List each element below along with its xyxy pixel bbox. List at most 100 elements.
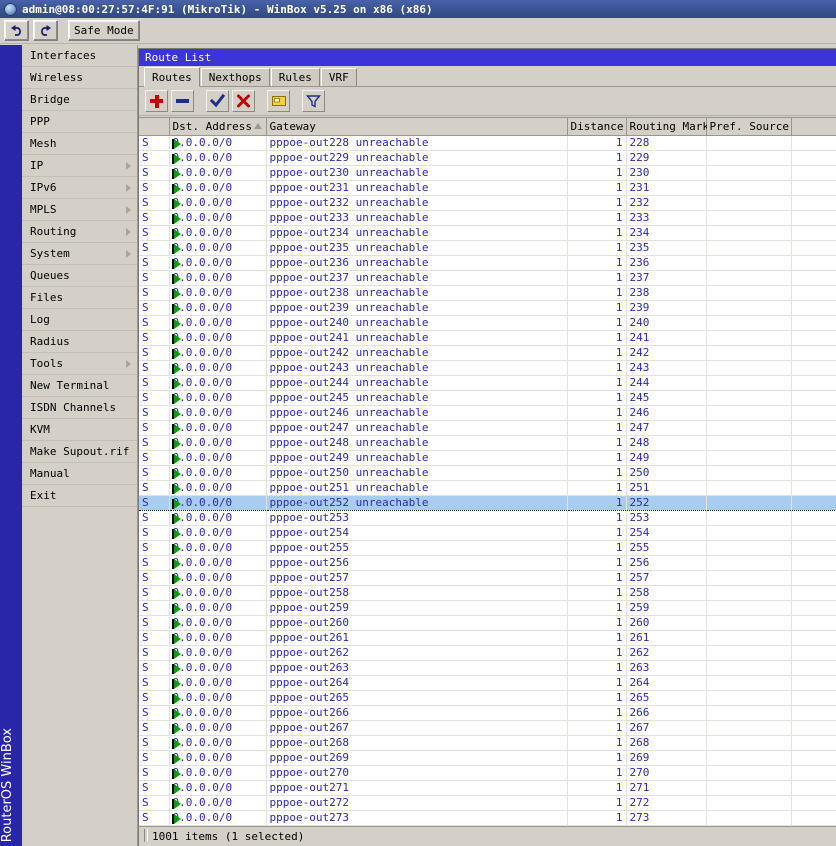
table-row[interactable]: S 0.0.0.0/0 pppoe-out268 1 268 bbox=[139, 735, 836, 751]
table-row[interactable]: S 0.0.0.0/0 pppoe-out258 1 258 bbox=[139, 585, 836, 601]
tab-rules[interactable]: Rules bbox=[270, 68, 320, 86]
sidebar-item-ppp[interactable]: PPP bbox=[22, 111, 137, 133]
table-row[interactable]: S 0.0.0.0/0 pppoe-out241 unreachable 1 241 bbox=[139, 330, 836, 346]
col-header-flag[interactable] bbox=[139, 118, 170, 136]
tab-nexthops[interactable]: Nexthops bbox=[200, 68, 270, 86]
routes-table-container[interactable]: Dst. Address Gateway Distance Routing Ma… bbox=[139, 117, 836, 827]
table-row[interactable]: S 0.0.0.0/0 pppoe-out246 unreachable 1 246 bbox=[139, 405, 836, 421]
table-row[interactable]: S 0.0.0.0/0 pppoe-out238 unreachable 1 238 bbox=[139, 285, 836, 301]
remove-route-button[interactable] bbox=[171, 90, 194, 112]
redo-button[interactable] bbox=[33, 20, 58, 41]
table-row[interactable]: S 0.0.0.0/0 pppoe-out249 unreachable 1 249 bbox=[139, 450, 836, 466]
table-row[interactable]: S 0.0.0.0/0 pppoe-out239 unreachable 1 239 bbox=[139, 300, 836, 316]
table-row[interactable]: S 0.0.0.0/0 pppoe-out236 unreachable 1 236 bbox=[139, 255, 836, 271]
table-row[interactable]: S 0.0.0.0/0 pppoe-out244 unreachable 1 244 bbox=[139, 375, 836, 391]
sidebar-item-ipv6[interactable]: IPv6 bbox=[22, 177, 137, 199]
table-row[interactable]: S 0.0.0.0/0 pppoe-out259 1 259 bbox=[139, 600, 836, 616]
sidebar-item-mesh[interactable]: Mesh bbox=[22, 133, 137, 155]
table-row[interactable]: S 0.0.0.0/0 pppoe-out261 1 261 bbox=[139, 630, 836, 646]
tab-routes[interactable]: Routes bbox=[144, 67, 200, 87]
table-row[interactable]: S 0.0.0.0/0 pppoe-out245 unreachable 1 245 bbox=[139, 390, 836, 406]
sidebar-item-routing[interactable]: Routing bbox=[22, 221, 137, 243]
sidebar-item-wireless[interactable]: Wireless bbox=[22, 67, 137, 89]
cell-routing-mark: 260 bbox=[626, 615, 707, 631]
tab-vrf[interactable]: VRF bbox=[320, 68, 357, 86]
sidebar-item-manual[interactable]: Manual bbox=[22, 463, 137, 485]
cell-routing-mark: 256 bbox=[626, 555, 707, 571]
table-row[interactable]: S 0.0.0.0/0 pppoe-out233 unreachable 1 233 bbox=[139, 210, 836, 226]
sidebar-item-log[interactable]: Log bbox=[22, 309, 137, 331]
table-row[interactable]: S 0.0.0.0/0 pppoe-out240 unreachable 1 240 bbox=[139, 315, 836, 331]
cell-gateway-text: pppoe-out263 bbox=[269, 661, 349, 674]
sidebar-item-ip[interactable]: IP bbox=[22, 155, 137, 177]
sidebar-item-mpls[interactable]: MPLS bbox=[22, 199, 137, 221]
table-row[interactable]: S 0.0.0.0/0 pppoe-out253 1 253 bbox=[139, 510, 836, 526]
comment-button[interactable] bbox=[267, 90, 290, 112]
table-row[interactable]: S 0.0.0.0/0 pppoe-out243 unreachable 1 243 bbox=[139, 360, 836, 376]
table-row[interactable]: S 0.0.0.0/0 pppoe-out272 1 272 bbox=[139, 795, 836, 811]
disable-route-button[interactable] bbox=[232, 90, 255, 112]
table-row[interactable]: S 0.0.0.0/0 pppoe-out270 1 270 bbox=[139, 765, 836, 781]
col-header-gateway[interactable]: Gateway bbox=[266, 118, 568, 136]
sidebar-item-new-terminal[interactable]: New Terminal bbox=[22, 375, 137, 397]
table-row[interactable]: S 0.0.0.0/0 pppoe-out248 unreachable 1 248 bbox=[139, 435, 836, 451]
table-row[interactable]: S 0.0.0.0/0 pppoe-out228 unreachable 1 228 bbox=[139, 135, 836, 151]
table-row[interactable]: S 0.0.0.0/0 pppoe-out247 unreachable 1 247 bbox=[139, 420, 836, 436]
cell-spacer bbox=[791, 660, 836, 676]
table-row[interactable]: S 0.0.0.0/0 pppoe-out267 1 267 bbox=[139, 720, 836, 736]
sidebar-item-tools[interactable]: Tools bbox=[22, 353, 137, 375]
col-header-pref-source[interactable]: Pref. Source bbox=[706, 118, 792, 136]
col-header-routing-mark[interactable]: Routing Mark bbox=[626, 118, 709, 136]
table-row[interactable]: S 0.0.0.0/0 pppoe-out256 1 256 bbox=[139, 555, 836, 571]
cell-flag-text: S bbox=[142, 466, 149, 479]
sidebar-item-queues[interactable]: Queues bbox=[22, 265, 137, 287]
table-row[interactable]: S 0.0.0.0/0 pppoe-out260 1 260 bbox=[139, 615, 836, 631]
table-row[interactable]: S 0.0.0.0/0 pppoe-out251 unreachable 1 251 bbox=[139, 480, 836, 496]
table-row[interactable]: S 0.0.0.0/0 pppoe-out252 unreachable 1 252 bbox=[139, 494, 836, 511]
table-row[interactable]: S 0.0.0.0/0 pppoe-out264 1 264 bbox=[139, 675, 836, 691]
sidebar-item-radius[interactable]: Radius bbox=[22, 331, 137, 353]
col-header-spacer bbox=[791, 118, 836, 136]
filter-button[interactable] bbox=[302, 90, 325, 112]
add-route-button[interactable] bbox=[145, 90, 168, 112]
sidebar-item-make-supout-rif[interactable]: Make Supout.rif bbox=[22, 441, 137, 463]
sidebar-item-label: Manual bbox=[30, 467, 70, 480]
undo-button[interactable] bbox=[4, 20, 29, 41]
col-header-dst-address[interactable]: Dst. Address bbox=[169, 118, 267, 136]
cell-dst-address-text: 0.0.0.0/0 bbox=[172, 226, 233, 239]
table-row[interactable]: S 0.0.0.0/0 pppoe-out234 unreachable 1 234 bbox=[139, 225, 836, 241]
sidebar-item-bridge[interactable]: Bridge bbox=[22, 89, 137, 111]
table-row[interactable]: S 0.0.0.0/0 pppoe-out229 unreachable 1 229 bbox=[139, 150, 836, 166]
table-row[interactable]: S 0.0.0.0/0 pppoe-out237 unreachable 1 237 bbox=[139, 270, 836, 286]
table-row[interactable]: S 0.0.0.0/0 pppoe-out269 1 269 bbox=[139, 750, 836, 766]
sidebar-item-interfaces[interactable]: Interfaces bbox=[22, 45, 137, 67]
cell-distance: 1 bbox=[567, 270, 627, 286]
table-row[interactable]: S 0.0.0.0/0 pppoe-out250 unreachable 1 250 bbox=[139, 465, 836, 481]
table-row[interactable]: S 0.0.0.0/0 pppoe-out231 unreachable 1 231 bbox=[139, 180, 836, 196]
cell-dst-address-text: 0.0.0.0/0 bbox=[172, 616, 233, 629]
table-row[interactable]: S 0.0.0.0/0 pppoe-out230 unreachable 1 230 bbox=[139, 165, 836, 181]
enable-route-button[interactable] bbox=[206, 90, 229, 112]
sidebar-item-kvm[interactable]: KVM bbox=[22, 419, 137, 441]
table-row[interactable]: S 0.0.0.0/0 pppoe-out265 1 265 bbox=[139, 690, 836, 706]
sidebar-item-exit[interactable]: Exit bbox=[22, 485, 137, 507]
table-row[interactable]: S 0.0.0.0/0 pppoe-out235 unreachable 1 235 bbox=[139, 240, 836, 256]
table-row[interactable]: S 0.0.0.0/0 pppoe-out262 1 262 bbox=[139, 645, 836, 661]
cell-spacer bbox=[791, 195, 836, 211]
sidebar-item-files[interactable]: Files bbox=[22, 287, 137, 309]
table-row[interactable]: S 0.0.0.0/0 pppoe-out263 1 263 bbox=[139, 660, 836, 676]
table-row[interactable]: S 0.0.0.0/0 pppoe-out255 1 255 bbox=[139, 540, 836, 556]
route-active-icon bbox=[171, 453, 181, 464]
safe-mode-button[interactable]: Safe Mode bbox=[68, 20, 140, 41]
cell-spacer bbox=[791, 240, 836, 256]
table-row[interactable]: S 0.0.0.0/0 pppoe-out266 1 266 bbox=[139, 705, 836, 721]
table-row[interactable]: S 0.0.0.0/0 pppoe-out242 unreachable 1 242 bbox=[139, 345, 836, 361]
table-row[interactable]: S 0.0.0.0/0 pppoe-out232 unreachable 1 232 bbox=[139, 195, 836, 211]
col-header-distance[interactable]: Distance bbox=[567, 118, 627, 136]
sidebar-item-isdn-channels[interactable]: ISDN Channels bbox=[22, 397, 137, 419]
table-row[interactable]: S 0.0.0.0/0 pppoe-out257 1 257 bbox=[139, 570, 836, 586]
sidebar-item-system[interactable]: System bbox=[22, 243, 137, 265]
table-row[interactable]: S 0.0.0.0/0 pppoe-out273 1 273 bbox=[139, 810, 836, 826]
table-row[interactable]: S 0.0.0.0/0 pppoe-out271 1 271 bbox=[139, 780, 836, 796]
table-row[interactable]: S 0.0.0.0/0 pppoe-out254 1 254 bbox=[139, 525, 836, 541]
